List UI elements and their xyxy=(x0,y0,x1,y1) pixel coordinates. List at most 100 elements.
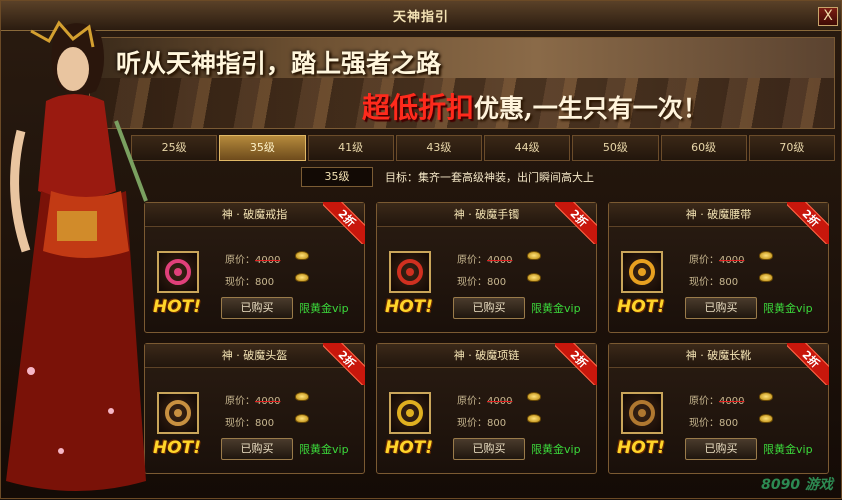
original-price-value: 4000 xyxy=(487,396,513,407)
goal-text: 目标：集齐一套高级神装，出门瞬间高大上 xyxy=(385,171,594,184)
current-price: 现价：800 xyxy=(457,414,506,429)
current-price: 现价：800 xyxy=(689,414,738,429)
original-price: 原价：4000 xyxy=(457,251,512,266)
gold-ingot-icon xyxy=(759,251,773,260)
item-card: 神 · 破魔头盔 2折 HOT! 原价：4000 现价：800 已购买 限黄金v… xyxy=(144,343,365,474)
hot-badge: HOT! xyxy=(385,438,434,458)
current-price-label: 现价： xyxy=(457,277,487,288)
discount-ribbon: 2折 xyxy=(323,202,365,244)
item-icon[interactable] xyxy=(389,392,431,434)
target-row: 35级 目标：集齐一套高级神装，出门瞬间高大上 xyxy=(301,167,594,187)
purchased-button[interactable]: 已购买 xyxy=(453,438,525,460)
gold-ingot-icon xyxy=(295,392,309,401)
banner-offer-text: 优惠,一生只有一次！ xyxy=(474,94,708,123)
current-price: 现价：800 xyxy=(225,414,274,429)
discount-label: 2折 xyxy=(787,343,829,385)
current-price-label: 现价： xyxy=(457,418,487,429)
vip-requirement: 限黄金vip xyxy=(531,443,581,456)
discount-label: 2折 xyxy=(555,343,597,385)
original-price-label: 原价： xyxy=(225,255,255,266)
current-price-value: 800 xyxy=(255,277,275,288)
tab-level-6[interactable]: 60级 xyxy=(660,135,747,161)
original-price-value: 4000 xyxy=(255,255,281,266)
vip-requirement: 限黄金vip xyxy=(763,443,813,456)
tab-level-5[interactable]: 50级 xyxy=(572,135,659,161)
character-illustration xyxy=(6,20,148,491)
gold-ingot-icon xyxy=(527,273,541,282)
discount-ribbon: 2折 xyxy=(555,202,597,244)
item-card: 神 · 破魔戒指 2折 HOT! 原价：4000 现价：800 已购买 限黄金v… xyxy=(144,202,365,333)
item-icon[interactable] xyxy=(621,251,663,293)
current-price-value: 800 xyxy=(719,277,739,288)
purchased-button[interactable]: 已购买 xyxy=(685,438,757,460)
current-price-value: 800 xyxy=(487,418,507,429)
gold-ingot-icon xyxy=(295,273,309,282)
original-price-value: 4000 xyxy=(719,255,745,266)
gold-ingot-icon xyxy=(527,392,541,401)
hot-badge: HOT! xyxy=(617,438,666,458)
vip-requirement: 限黄金vip xyxy=(531,302,581,315)
level-tabs: 25级 35级 41级 43级 44级 50级 60级 70级 xyxy=(131,135,835,161)
item-icon[interactable] xyxy=(621,392,663,434)
hot-badge: HOT! xyxy=(385,297,434,317)
tab-level-1[interactable]: 35级 xyxy=(219,135,306,161)
current-price-label: 现价： xyxy=(689,418,719,429)
original-price-label: 原价： xyxy=(689,396,719,407)
current-price: 现价：800 xyxy=(689,273,738,288)
current-level-box: 35级 xyxy=(301,167,373,187)
vip-requirement: 限黄金vip xyxy=(299,302,349,315)
purchased-button[interactable]: 已购买 xyxy=(221,297,293,319)
gold-ingot-icon xyxy=(759,273,773,282)
discount-ribbon: 2折 xyxy=(323,343,365,385)
gold-ingot-icon xyxy=(295,414,309,423)
tab-level-4[interactable]: 44级 xyxy=(484,135,571,161)
purchased-button[interactable]: 已购买 xyxy=(685,297,757,319)
discount-label: 2折 xyxy=(555,202,597,244)
original-price-label: 原价： xyxy=(689,255,719,266)
banner-subheadline: 超低折扣优惠,一生只有一次！ xyxy=(362,86,708,126)
tab-level-7[interactable]: 70级 xyxy=(748,135,835,161)
hot-badge: HOT! xyxy=(617,297,666,317)
tab-level-2[interactable]: 41级 xyxy=(307,135,394,161)
window-title: 天神指引 xyxy=(392,10,449,25)
current-price-value: 800 xyxy=(487,277,507,288)
discount-label: 2折 xyxy=(323,202,365,244)
hot-badge: HOT! xyxy=(153,297,202,317)
item-icon[interactable] xyxy=(157,251,199,293)
hot-badge: HOT! xyxy=(153,438,202,458)
current-price: 现价：800 xyxy=(457,273,506,288)
original-price-value: 4000 xyxy=(487,255,513,266)
purchased-button[interactable]: 已购买 xyxy=(221,438,293,460)
gold-ingot-icon xyxy=(527,251,541,260)
current-price-label: 现价： xyxy=(689,277,719,288)
banner-headline: 听从天神指引，踏上强者之路 xyxy=(116,49,442,78)
original-price-label: 原价： xyxy=(457,396,487,407)
gold-ingot-icon xyxy=(759,414,773,423)
vip-requirement: 限黄金vip xyxy=(763,302,813,315)
original-price-label: 原价： xyxy=(225,396,255,407)
item-icon[interactable] xyxy=(389,251,431,293)
current-price-value: 800 xyxy=(719,418,739,429)
item-card: 神 · 破魔腰带 2折 HOT! 原价：4000 现价：800 已购买 限黄金v… xyxy=(608,202,829,333)
original-price-value: 4000 xyxy=(719,396,745,407)
discount-label: 2折 xyxy=(787,202,829,244)
site-watermark: 8090 游戏 xyxy=(761,477,833,493)
item-icon[interactable] xyxy=(157,392,199,434)
original-price-label: 原价： xyxy=(457,255,487,266)
promo-banner: 听从天神指引，踏上强者之路 超低折扣优惠,一生只有一次！ xyxy=(89,37,835,129)
vip-requirement: 限黄金vip xyxy=(299,443,349,456)
current-price: 现价：800 xyxy=(225,273,274,288)
original-price: 原价：4000 xyxy=(225,251,280,266)
tab-level-3[interactable]: 43级 xyxy=(395,135,482,161)
current-price-label: 现价： xyxy=(225,277,255,288)
discount-ribbon: 2折 xyxy=(787,202,829,244)
discount-ribbon: 2折 xyxy=(787,343,829,385)
close-button[interactable]: X xyxy=(818,7,838,26)
item-card: 神 · 破魔长靴 2折 HOT! 原价：4000 现价：800 已购买 限黄金v… xyxy=(608,343,829,474)
gold-ingot-icon xyxy=(295,251,309,260)
original-price: 原价：4000 xyxy=(225,392,280,407)
purchased-button[interactable]: 已购买 xyxy=(453,297,525,319)
original-price: 原价：4000 xyxy=(689,392,744,407)
item-card: 神 · 破魔手镯 2折 HOT! 原价：4000 现价：800 已购买 限黄金v… xyxy=(376,202,597,333)
original-price-value: 4000 xyxy=(255,396,281,407)
